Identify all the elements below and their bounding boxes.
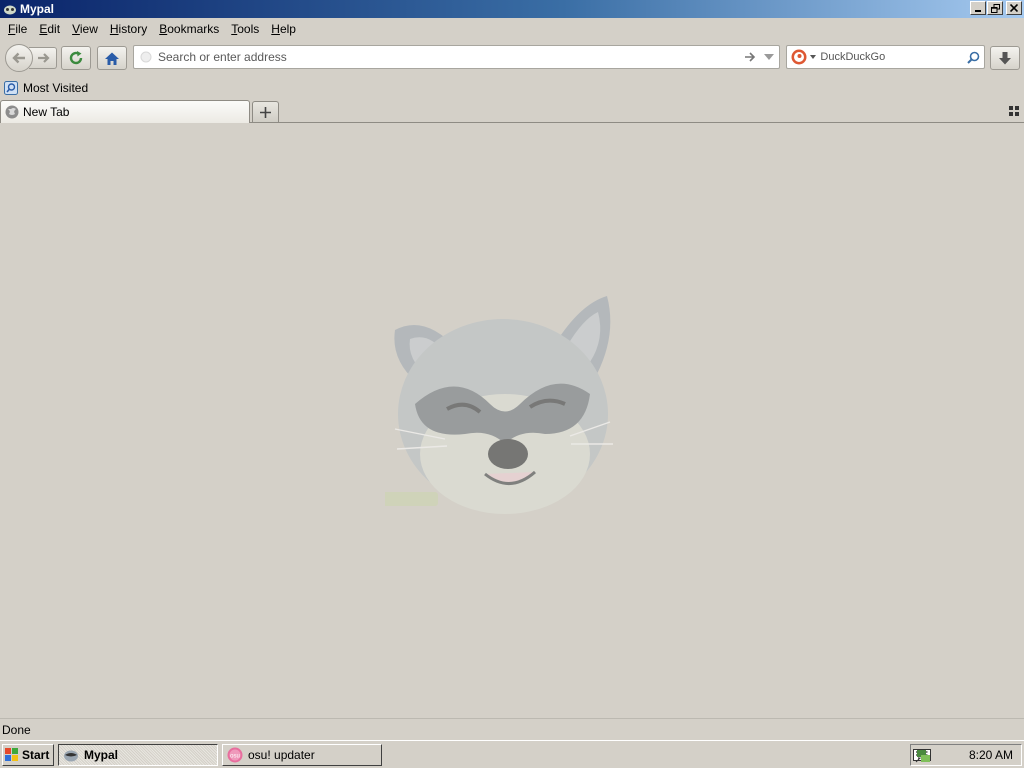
menu-label: ools — [237, 22, 260, 36]
downloads-button[interactable] — [990, 46, 1020, 70]
mypal-app-icon — [3, 2, 17, 16]
search-engine-selector[interactable] — [787, 46, 820, 68]
mypal-taskbar-icon — [64, 750, 78, 762]
url-bar[interactable] — [133, 45, 780, 69]
tab-label: New Tab — [23, 105, 70, 119]
reload-icon — [69, 51, 83, 65]
start-button[interactable]: Start — [2, 744, 54, 766]
menu-accel: V — [72, 22, 80, 36]
list-all-tabs-icon[interactable] — [1009, 106, 1019, 116]
tab-strip: New Tab — [0, 99, 1024, 123]
globe-icon — [5, 105, 19, 119]
menu-label: ile — [15, 22, 28, 36]
title-bar[interactable]: Mypal — [0, 0, 1024, 18]
back-arrow-icon — [12, 52, 25, 64]
url-dropdown-arrow-icon[interactable] — [759, 54, 779, 60]
home-button[interactable] — [97, 46, 127, 70]
page-identity-icon[interactable] — [134, 46, 158, 68]
network-status-icon[interactable] — [915, 747, 931, 763]
raccoon-mascot-logo — [385, 296, 613, 514]
go-arrow-icon[interactable] — [741, 52, 759, 62]
navigation-toolbar — [0, 40, 1024, 76]
svg-text:osu: osu — [230, 754, 240, 760]
menu-label: dit — [47, 22, 61, 36]
url-input[interactable] — [158, 47, 741, 67]
clock[interactable]: 8:20 AM — [969, 748, 1013, 762]
taskbar-item-label: osu! updater — [248, 748, 315, 762]
menu-accel: H — [109, 22, 119, 36]
minimize-button[interactable] — [970, 1, 986, 15]
bookmark-most-visited[interactable]: Most Visited — [4, 81, 88, 95]
menu-view[interactable]: View — [66, 18, 104, 40]
download-arrow-icon — [999, 51, 1011, 64]
status-text: Done — [2, 722, 31, 737]
system-tray: 8:20 AM — [910, 744, 1022, 766]
menu-edit[interactable]: Edit — [33, 18, 66, 40]
menu-label: elp — [279, 22, 296, 36]
restore-button[interactable] — [987, 1, 1003, 15]
reload-button[interactable] — [61, 46, 91, 70]
menu-accel: H — [271, 22, 280, 36]
menu-file[interactable]: File — [2, 18, 33, 40]
search-input[interactable] — [820, 51, 963, 63]
menu-bar: File Edit View History Bookmarks Tools H… — [0, 18, 1024, 40]
taskbar-item-label: Mypal — [84, 748, 119, 762]
taskbar-item-mypal[interactable]: Mypal — [58, 744, 218, 766]
bookmarks-toolbar: Most Visited — [0, 78, 1024, 98]
new-tab-button[interactable] — [252, 101, 279, 122]
close-button[interactable] — [1006, 1, 1022, 15]
menu-bookmarks[interactable]: Bookmarks — [153, 18, 225, 40]
page-content[interactable] — [0, 124, 1024, 718]
window-title: Mypal — [20, 2, 55, 16]
bookmark-label: Most Visited — [23, 81, 89, 95]
taskbar: Start Mypal osu osu! updater 8:20 AM — [0, 740, 1024, 768]
home-icon — [105, 52, 119, 65]
back-button[interactable] — [5, 44, 33, 72]
back-forward-group — [5, 44, 57, 72]
status-bar: Done — [0, 718, 1024, 740]
forward-arrow-icon — [38, 53, 50, 63]
osu-icon: osu — [227, 747, 243, 763]
search-bar[interactable] — [786, 45, 985, 69]
menu-help[interactable]: Help — [265, 18, 302, 40]
menu-history[interactable]: History — [104, 18, 153, 40]
taskbar-item-osu-updater[interactable]: osu osu! updater — [222, 744, 382, 766]
forward-button[interactable] — [29, 47, 57, 69]
menu-tools[interactable]: Tools — [225, 18, 265, 40]
search-magnifier-icon[interactable] — [962, 51, 984, 64]
plus-icon — [260, 106, 271, 118]
start-label: Start — [22, 748, 50, 762]
duckduckgo-icon — [791, 49, 807, 65]
tab-new-tab[interactable]: New Tab — [0, 100, 250, 123]
chevron-down-icon — [810, 55, 816, 59]
menu-label: ookmarks — [167, 22, 220, 36]
menu-label: iew — [79, 22, 98, 36]
menu-label: istory — [118, 22, 148, 36]
windows-logo-icon — [5, 748, 18, 761]
most-visited-folder-icon — [4, 81, 18, 95]
